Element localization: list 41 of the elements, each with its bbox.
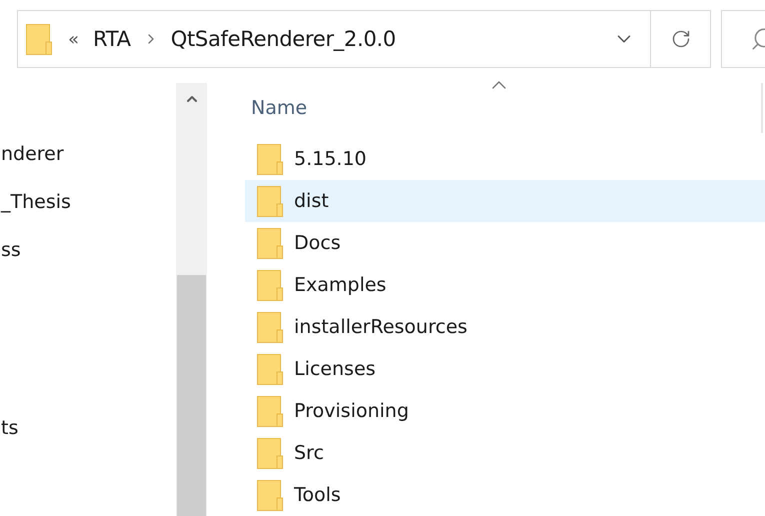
folder-row[interactable]: Docs: [245, 222, 765, 264]
folder-name: Provisioning: [294, 400, 409, 422]
breadcrumb-item[interactable]: QtSafeRenderer_2.0.0: [170, 27, 396, 51]
folder-row[interactable]: Tools: [245, 474, 765, 516]
folder-name: Tools: [294, 484, 341, 506]
folder-row[interactable]: Provisioning: [245, 390, 765, 432]
folder-name: dist: [294, 190, 329, 212]
folder-row[interactable]: Licenses: [245, 348, 765, 390]
folder-icon: [257, 396, 283, 426]
folder-icon: [257, 312, 283, 342]
folder-row[interactable]: installerResources: [245, 306, 765, 348]
refresh-icon: [670, 29, 690, 49]
path-overflow-button[interactable]: «: [68, 28, 80, 50]
folder-name: Examples: [294, 274, 386, 296]
folder-row[interactable]: Examples: [245, 264, 765, 306]
folder-name: Docs: [294, 232, 341, 254]
folder-row[interactable]: 5.15.10: [245, 138, 765, 180]
nav-item[interactable]: nderer: [0, 130, 176, 178]
nav-item[interactable]: ss: [0, 226, 176, 274]
folder-name: 5.15.10: [294, 148, 367, 170]
folder-name: installerResources: [294, 316, 468, 338]
folder-icon: [257, 270, 283, 300]
folder-icon: [257, 480, 283, 510]
folder-icon: [257, 144, 283, 174]
scrollbar-thumb[interactable]: [177, 275, 206, 516]
folder-name: Src: [294, 442, 324, 464]
column-header[interactable]: Name: [245, 83, 761, 133]
folder-icon: [26, 24, 52, 54]
address-bar[interactable]: « RTA QtSafeRenderer_2.0.0: [17, 10, 711, 68]
folder-row[interactable]: Src: [245, 432, 765, 474]
folder-row[interactable]: dist: [245, 180, 765, 222]
folder-icon: [257, 438, 283, 468]
folder-icon: [257, 186, 283, 216]
nav-item[interactable]: _Thesis: [0, 178, 176, 226]
breadcrumb-item[interactable]: RTA: [93, 27, 131, 51]
folder-icon: [257, 354, 283, 384]
nav-item[interactable]: ts: [0, 404, 176, 452]
folder-name: Licenses: [294, 358, 376, 380]
search-field[interactable]: [721, 10, 765, 68]
scrollbar[interactable]: [176, 83, 207, 516]
folder-icon: [257, 228, 283, 258]
